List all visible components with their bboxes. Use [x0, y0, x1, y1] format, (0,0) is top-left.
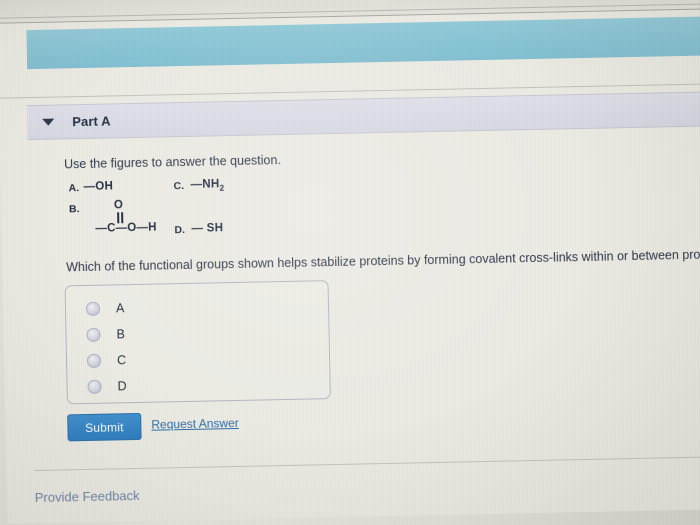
photographed-screen: Item 29 Part A Use the figures [0, 0, 700, 525]
answer-choices-box: A B C D [64, 280, 331, 405]
part-a-header[interactable]: Part A [26, 91, 700, 141]
figure-b-label: B. [68, 203, 80, 216]
banner-image [26, 16, 700, 70]
submit-button-label: Submit [84, 419, 124, 435]
submit-button[interactable]: Submit [67, 412, 142, 442]
part-a-title: Part A [72, 113, 111, 130]
figure-d-formula: — SH [191, 222, 224, 235]
figure-c-formula: —NH2 [190, 178, 224, 193]
figure-d-label: D. [174, 223, 186, 237]
figure-a-label: A. [68, 182, 80, 195]
radio-icon-a[interactable] [85, 301, 101, 316]
question-text: Which of the functional groups shown hel… [66, 246, 700, 275]
request-answer-link[interactable]: Request Answer [151, 416, 239, 432]
choice-a[interactable]: A [85, 301, 125, 316]
item-label: Item 29 [0, 0, 50, 3]
figure-b-chain: —C—O—H [95, 221, 157, 235]
triangle-down-icon[interactable] [42, 118, 55, 126]
figure-a-formula: —OH [83, 180, 114, 194]
figure-c-formula-main: —NH [190, 178, 220, 191]
figure-c-label: C. [173, 180, 185, 193]
choice-d-label: D [117, 379, 127, 394]
choice-c[interactable]: C [86, 353, 127, 368]
question-page: Part A Use the figures to answer the que… [0, 9, 700, 524]
provide-feedback-link[interactable]: Provide Feedback [35, 488, 140, 505]
choice-d[interactable]: D [87, 379, 127, 394]
question-prompt: Use the figures to answer the question. [63, 153, 282, 172]
choice-b-label: B [116, 327, 126, 342]
figure-c-formula-subscript: 2 [219, 183, 225, 193]
footer-divider [34, 455, 700, 472]
radio-icon-b[interactable] [86, 327, 101, 342]
radio-icon-c[interactable] [86, 353, 102, 368]
choice-b[interactable]: B [86, 327, 125, 342]
figure-b-oxygen: O [113, 199, 124, 212]
screen-content-root: Item 29 Part A Use the figures [0, 0, 700, 525]
functional-group-figures: A. —OH B. O —C—O—H C. —NH2 D. — SH [68, 176, 389, 247]
choice-c-label: C [116, 353, 127, 368]
radio-icon-d[interactable] [87, 379, 102, 394]
choice-a-label: A [115, 301, 125, 316]
